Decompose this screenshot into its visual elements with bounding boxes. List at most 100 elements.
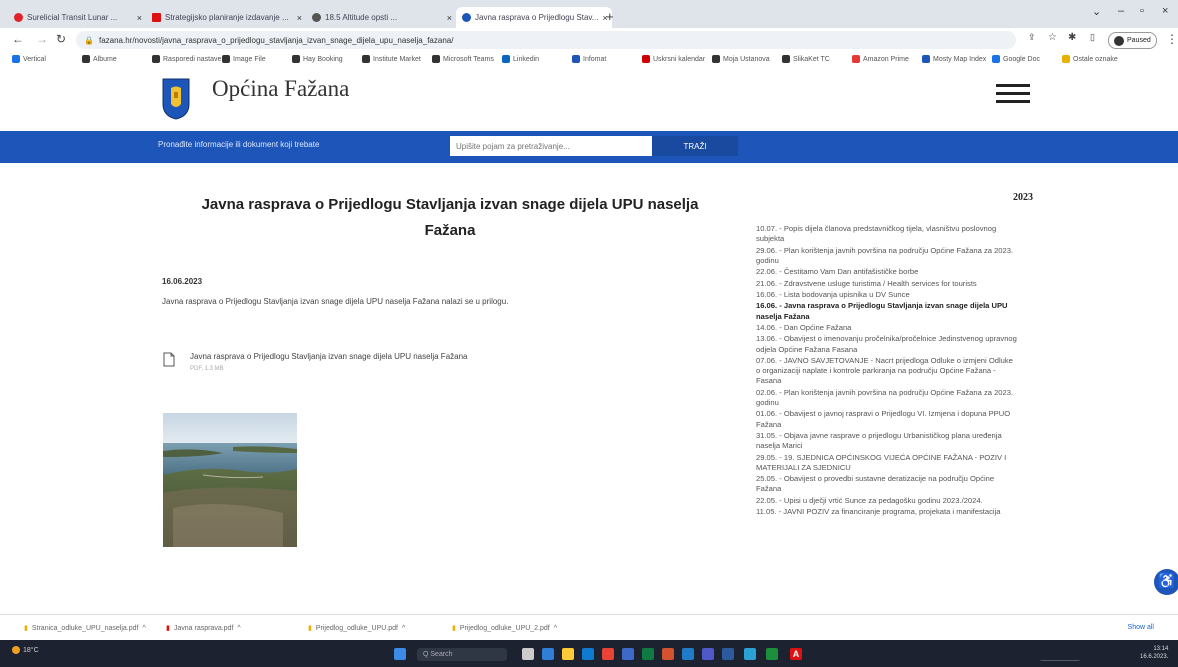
bookmark-favicon-icon — [82, 55, 90, 63]
outlook-icon[interactable] — [682, 648, 694, 660]
news-list-item[interactable]: 29.05. - 19. SJEDNICA OPĆINSKOG VIJEĆA O… — [756, 453, 1018, 473]
close-tab-icon[interactable]: × — [137, 13, 142, 23]
menu-kebab-icon[interactable]: ⋮ — [1166, 32, 1178, 46]
share-icon[interactable]: ⇪ — [1028, 32, 1036, 43]
taskbar-app-icon[interactable] — [542, 648, 554, 660]
maximize-icon[interactable]: ▫ — [1140, 5, 1144, 17]
bookmark-star-icon[interactable]: ☆ — [1048, 32, 1057, 43]
news-list-item[interactable]: 07.06. - JAVNO SAVJETOVANJE - Nacrt prij… — [756, 356, 1018, 387]
bookmark-item[interactable]: Albume — [82, 55, 117, 63]
taskbar-clock[interactable]: 13:14 16.6.2023. — [1140, 645, 1168, 661]
document-link[interactable]: Javna rasprava o Prijedlogu Stavljanja i… — [190, 352, 468, 361]
news-list-item[interactable]: 13.06. - Obavijest o imenovanju pročelni… — [756, 334, 1018, 354]
bookmark-label: Moja Ustanova — [723, 55, 770, 63]
word-icon[interactable] — [622, 648, 634, 660]
news-list-item[interactable]: 29.06. - Plan korištenja javnih površina… — [756, 246, 1018, 266]
minimize-icon[interactable]: – — [1118, 5, 1124, 17]
teams-icon[interactable] — [702, 648, 714, 660]
download-item[interactable]: ▮ Prijedlog_odluke_UPU.pdf ^ — [308, 624, 405, 633]
download-item[interactable]: ▮ Stranica_odluke_UPU_naselja.pdf ^ — [24, 624, 146, 633]
bookmark-item[interactable]: Hay Booking — [292, 55, 343, 63]
browser-tab[interactable]: Surelicial Transit Lunar ... × — [8, 7, 148, 28]
taskbar-search[interactable]: Q Search — [417, 648, 507, 661]
chevron-up-icon[interactable]: ^ — [142, 625, 145, 632]
bookmark-label: Microsoft Teams — [443, 55, 494, 63]
news-list-item[interactable]: 22.06. - Čestitamo Vam Dan antifašističk… — [756, 267, 1018, 277]
task-view-icon[interactable] — [522, 648, 534, 660]
download-item[interactable]: ▮ Prijedlog_odluke_UPU_2.pdf ^ — [452, 624, 557, 633]
bookmark-label: Image File — [233, 55, 266, 63]
accessibility-icon[interactable]: ♿ — [1154, 569, 1178, 595]
new-tab-button[interactable]: + — [606, 9, 614, 24]
bookmark-label: Ostale oznake — [1073, 55, 1118, 63]
chevron-up-icon[interactable]: ^ — [554, 625, 557, 632]
news-list-item[interactable]: 16.06. - Lista bodovanja upisnika u DV S… — [756, 290, 1018, 300]
bookmark-favicon-icon — [712, 55, 720, 63]
news-list-item[interactable]: 25.05. - Obavijest o provedbi sustavne d… — [756, 474, 1018, 494]
sidepanel-icon[interactable]: ▯ — [1090, 32, 1095, 43]
browser-tab-active[interactable]: Javna rasprava o Prijedlogu Stav... × — [456, 7, 612, 28]
powerpoint-icon[interactable] — [662, 648, 674, 660]
bookmark-item[interactable]: Mosty Map Index — [922, 55, 986, 63]
excel-icon[interactable] — [642, 648, 654, 660]
zip-file-icon: ▮ — [452, 625, 456, 632]
news-list-item[interactable]: 21.06. - Zdravstvene usluge turistima / … — [756, 279, 1018, 289]
bookmark-item[interactable]: Moja Ustanova — [712, 55, 770, 63]
close-window-icon[interactable]: × — [1162, 5, 1168, 17]
news-list-item[interactable]: 31.05. - Objava javne rasprave o prijedl… — [756, 431, 1018, 451]
bookmark-item[interactable]: Microsoft Teams — [432, 55, 494, 63]
reload-icon[interactable]: ↻ — [56, 32, 66, 46]
bookmark-item[interactable]: Image File — [222, 55, 266, 63]
bookmark-item[interactable]: Rasporedi nastave — [152, 55, 221, 63]
chevron-up-icon[interactable]: ^ — [402, 625, 405, 632]
taskbar-app-icon[interactable] — [722, 648, 734, 660]
news-list-item[interactable]: 22.05. - Upisi u dječji vrtić Sunce za p… — [756, 496, 1018, 506]
browser-tab[interactable]: 18.5 Altitude opsti ... × — [306, 7, 458, 28]
hamburger-menu-icon[interactable] — [996, 84, 1030, 104]
search-button[interactable]: TRAŽI — [652, 136, 738, 156]
fazana-coat-of-arms-logo[interactable] — [162, 78, 190, 120]
show-all-downloads-link[interactable]: Show all — [1128, 624, 1154, 631]
chevron-up-icon[interactable]: ^ — [237, 625, 240, 632]
file-explorer-icon[interactable] — [562, 648, 574, 660]
acrobat-icon[interactable]: A — [790, 648, 802, 660]
bookmark-item[interactable]: Amazon Prime — [852, 55, 909, 63]
close-tab-icon[interactable]: × — [447, 13, 452, 23]
bookmark-item[interactable]: Vertical — [12, 55, 46, 63]
bookmark-item[interactable]: Uskrsni kalendar — [642, 55, 705, 63]
close-tab-icon[interactable]: × — [297, 13, 302, 23]
extensions-icon[interactable]: ✱ — [1068, 32, 1076, 43]
chrome-icon[interactable] — [602, 648, 614, 660]
bookmark-item[interactable]: Infomat — [572, 55, 606, 63]
news-list-item[interactable]: 02.06. - Plan korištenja javnih površina… — [756, 388, 1018, 408]
url-field[interactable]: 🔒 fazana.hr/novosti/javna_rasprava_o_prij… — [76, 31, 1016, 49]
bookmark-item[interactable]: SlikaKet TC — [782, 55, 830, 63]
bookmark-item[interactable]: Google Doc — [992, 55, 1040, 63]
news-list-item[interactable]: 01.06. - Obavijest o javnoj raspravi o P… — [756, 409, 1018, 429]
download-item[interactable]: ▮ Javna rasprava.pdf ^ — [166, 624, 241, 633]
bookmark-favicon-icon — [502, 55, 510, 63]
download-item-label: Prijedlog_odluke_UPU_2.pdf — [459, 624, 550, 632]
fazana-aerial-photo[interactable] — [163, 413, 297, 547]
site-title[interactable]: Općina Fažana — [212, 76, 349, 102]
system-tray-icons[interactable] — [1040, 648, 1080, 661]
bookmark-item[interactable]: Institute Market — [362, 55, 421, 63]
downloads-bar: ▮ Stranica_odluke_UPU_naselja.pdf ^ ▮ Javna… — [0, 614, 1178, 641]
taskbar-app-icon[interactable] — [744, 648, 756, 660]
bookmark-item[interactable]: Linkedin — [502, 55, 539, 63]
bookmark-item[interactable]: Ostale oznake — [1062, 55, 1118, 63]
news-list-item[interactable]: 14.06. - Dan Općine Fažana — [756, 323, 1018, 333]
edge-icon[interactable] — [582, 648, 594, 660]
tab-search-icon[interactable]: ⌄ — [1092, 5, 1101, 18]
news-list-item[interactable]: 11.05. - JAVNI POZIV za financiranje pro… — [756, 507, 1018, 517]
taskbar-app-icon[interactable] — [766, 648, 778, 660]
taskbar-weather[interactable]: 18°C — [12, 646, 39, 654]
news-list-item[interactable]: 16.06. - Javna rasprava o Prijedlogu Sta… — [756, 301, 1018, 321]
profile-button[interactable]: Paused — [1108, 32, 1157, 49]
start-icon[interactable] — [394, 648, 406, 660]
forward-icon[interactable]: → — [36, 32, 48, 46]
news-list-item[interactable]: 10.07. - Popis dijela članova predstavni… — [756, 224, 1018, 244]
back-icon[interactable]: ← — [12, 32, 24, 46]
search-input[interactable] — [450, 136, 652, 156]
browser-tab[interactable]: Strategijsko planiranje izdavanje ... × — [146, 7, 308, 28]
